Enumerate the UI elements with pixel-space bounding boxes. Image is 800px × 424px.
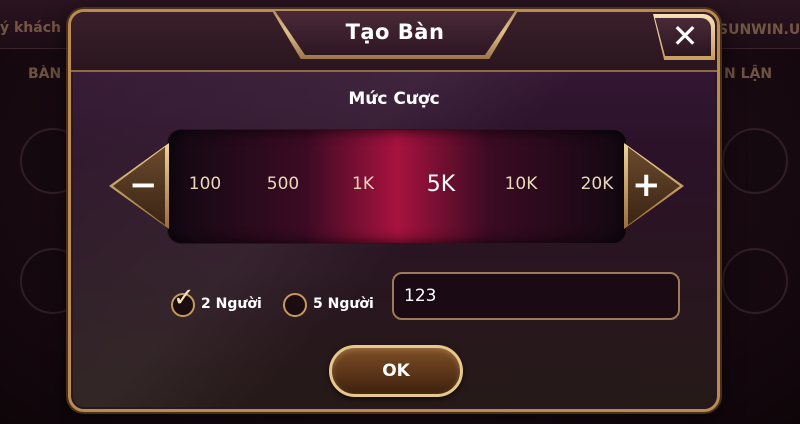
- bet-option-100[interactable]: 100: [175, 174, 235, 194]
- bet-option-20k[interactable]: 20K: [567, 174, 627, 194]
- dialog-title: Tạo Bàn: [345, 20, 445, 44]
- table-name-input[interactable]: 123: [392, 272, 680, 320]
- lobby-left-text: ý khách: [0, 20, 61, 36]
- minus-icon: −: [129, 165, 158, 205]
- plus-icon: +: [632, 165, 661, 205]
- checkbox-5-players[interactable]: [283, 293, 307, 317]
- lobby-right-text: SUNWIN.U: [718, 22, 800, 38]
- lobby-table-slot: [722, 248, 788, 314]
- ok-button-label: OK: [382, 361, 410, 381]
- bet-level-label: Mức Cược: [348, 89, 440, 109]
- bet-option-10k[interactable]: 10K: [491, 174, 551, 194]
- increase-bet-button[interactable]: +: [624, 143, 684, 229]
- decrease-bet-button[interactable]: −: [109, 143, 169, 229]
- lobby-right-text-2: N LẬN: [724, 66, 773, 82]
- option-2-players[interactable]: ✓ 2 Người: [171, 283, 279, 321]
- check-icon: ✓: [173, 283, 195, 313]
- option-2-players-label: 2 Người: [201, 296, 262, 312]
- option-5-players-label: 5 Người: [313, 296, 374, 312]
- close-icon: ✕: [671, 17, 699, 55]
- bet-option-5k-selected[interactable]: 5K: [411, 172, 471, 197]
- lobby-left-text-2: BÀN: [28, 66, 62, 82]
- bet-options: 100 500 1K 5K 10K 20K: [167, 129, 625, 242]
- lobby-table-slot: [722, 128, 788, 194]
- bet-option-500[interactable]: 500: [253, 174, 313, 194]
- ok-button[interactable]: OK: [329, 345, 463, 397]
- option-5-players[interactable]: 5 Người: [283, 291, 389, 321]
- create-table-dialog: Tạo Bàn ✕ Mức Cược 100 500 1K 5K 10K 20K…: [68, 9, 720, 412]
- bet-option-1k[interactable]: 1K: [333, 174, 393, 194]
